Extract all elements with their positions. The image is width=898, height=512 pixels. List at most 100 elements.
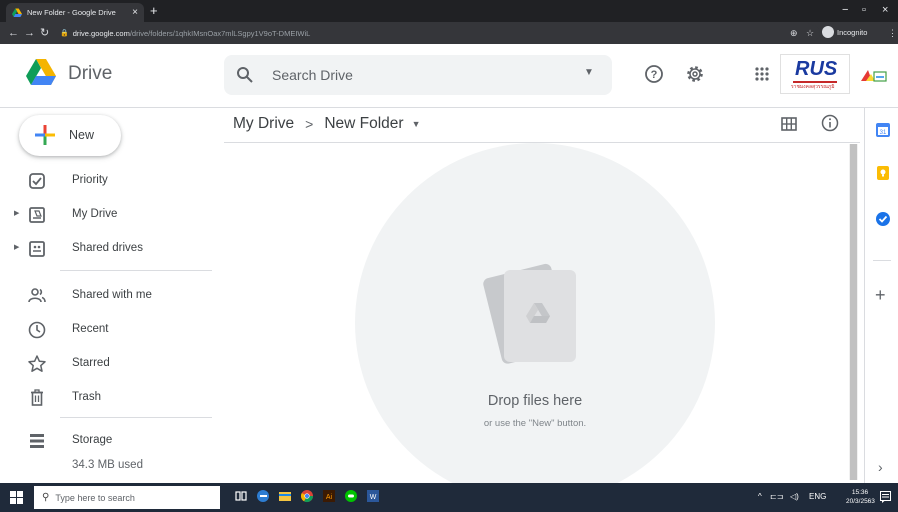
zoom-icon[interactable]: ⊕ bbox=[790, 26, 798, 40]
expand-arrow-icon[interactable]: ▶ bbox=[14, 209, 19, 217]
browser-menu-icon[interactable]: ⋮ bbox=[888, 26, 897, 40]
empty-state-subtitle: or use the "New" button. bbox=[483, 418, 587, 429]
expand-arrow-icon[interactable]: ▶ bbox=[14, 243, 19, 251]
address-bar[interactable]: 🔒 drive.google.com /drive/folders/1qhkIM… bbox=[60, 25, 820, 41]
sidebar-item-my-drive[interactable]: ▶ My Drive bbox=[0, 200, 212, 230]
search-box[interactable]: Search Drive ▼ bbox=[224, 55, 612, 95]
sidebar-item-recent[interactable]: Recent bbox=[0, 315, 212, 345]
url-path: /drive/folders/1qhkIMsnOax7mlLSgpy1V9oT-… bbox=[129, 28, 311, 38]
sidebar-item-trash[interactable]: Trash bbox=[0, 383, 212, 413]
url-host: drive.google.com bbox=[72, 28, 130, 38]
breadcrumb-my-drive[interactable]: My Drive bbox=[233, 115, 294, 133]
add-addon-plus-icon[interactable]: + bbox=[875, 286, 886, 304]
trash-icon bbox=[31, 389, 43, 406]
organization-logo-text: RUS bbox=[795, 58, 838, 80]
line-app-icon[interactable] bbox=[344, 489, 358, 503]
apps-grid-icon[interactable] bbox=[752, 64, 772, 84]
shared-drives-icon bbox=[29, 241, 45, 257]
svg-text:Ai: Ai bbox=[326, 494, 333, 501]
breadcrumb-current-folder[interactable]: New Folder bbox=[324, 115, 403, 133]
scrollbar-thumb[interactable] bbox=[850, 144, 857, 480]
maximize-button[interactable]: ▫ bbox=[862, 4, 866, 16]
incognito-icon bbox=[822, 26, 834, 38]
forward-arrow-icon[interactable]: → bbox=[24, 26, 35, 40]
settings-gear-icon[interactable] bbox=[685, 64, 705, 84]
new-tab-button[interactable]: + bbox=[150, 3, 158, 19]
illustrator-icon[interactable]: Ai bbox=[322, 489, 336, 503]
side-panel: 31 + › bbox=[864, 108, 898, 483]
input-language[interactable]: ENG bbox=[809, 492, 826, 502]
product-name[interactable]: Drive bbox=[68, 63, 112, 85]
breadcrumb: My Drive > New Folder ▼ bbox=[233, 115, 421, 133]
keep-icon[interactable] bbox=[875, 165, 891, 181]
sidebar-item-starred[interactable]: Starred bbox=[0, 349, 212, 379]
drive-logo-icon[interactable] bbox=[26, 59, 56, 85]
back-arrow-icon[interactable]: ← bbox=[8, 26, 19, 40]
plus-multicolor-icon bbox=[35, 125, 55, 145]
sidebar-item-priority[interactable]: Priority bbox=[0, 166, 212, 196]
calendar-icon[interactable]: 31 bbox=[875, 122, 891, 138]
sidebar-item-storage[interactable]: Storage bbox=[0, 426, 212, 456]
sidebar-item-label: Starred bbox=[72, 357, 110, 369]
clock-date: 20/3/2563 bbox=[846, 498, 875, 505]
account-avatar-icon[interactable] bbox=[861, 68, 887, 82]
grid-view-icon[interactable] bbox=[780, 115, 798, 133]
storage-label: Storage bbox=[72, 434, 113, 446]
edge-browser-icon[interactable] bbox=[256, 489, 270, 503]
volume-icon[interactable]: ◁) bbox=[790, 492, 799, 502]
task-view-icon[interactable] bbox=[234, 489, 248, 503]
empty-state-title: Drop files here bbox=[487, 393, 583, 409]
tasks-icon[interactable] bbox=[875, 211, 891, 227]
browser-toolbar: ← → ↻ 🔒 drive.google.com /drive/folders/… bbox=[0, 22, 898, 44]
sidebar-item-label: Trash bbox=[72, 391, 101, 403]
taskbar-search-input[interactable]: Type here to search bbox=[55, 493, 135, 503]
notification-center-icon[interactable] bbox=[880, 491, 891, 503]
bookmark-star-icon[interactable]: ☆ bbox=[806, 26, 814, 40]
sidebar-item-shared-drives[interactable]: ▶ Shared drives bbox=[0, 234, 212, 264]
svg-text:?: ? bbox=[651, 69, 658, 81]
show-hidden-icons-chevron-icon[interactable]: ^ bbox=[758, 492, 762, 502]
sidebar-item-label: Shared drives bbox=[72, 242, 143, 254]
tab-title: New Folder - Google Drive bbox=[27, 8, 116, 17]
scrollbar[interactable] bbox=[849, 144, 858, 480]
organization-logo[interactable]: RUS ราชมงคลสุวรรณภูมิ bbox=[780, 54, 850, 94]
new-button-label: New bbox=[69, 128, 95, 142]
reload-icon[interactable]: ↻ bbox=[40, 26, 49, 40]
taskbar-search-icon: ⚲ bbox=[42, 492, 50, 503]
windows-start-icon[interactable] bbox=[10, 491, 23, 504]
recent-clock-icon bbox=[28, 321, 46, 339]
file-explorer-icon[interactable] bbox=[278, 489, 292, 503]
sidebar-item-label: Priority bbox=[72, 174, 108, 186]
folder-menu-caret-icon[interactable]: ▼ bbox=[412, 119, 421, 129]
search-options-caret-icon[interactable]: ▼ bbox=[584, 67, 594, 78]
incognito-indicator[interactable]: Incognito bbox=[822, 26, 867, 38]
taskbar-search-box[interactable]: ⚲ Type here to search bbox=[34, 486, 220, 509]
browser-tab[interactable]: New Folder - Google Drive × bbox=[6, 3, 144, 22]
taskbar-clock[interactable]: 15:36 20/3/2563 bbox=[846, 488, 875, 506]
sidebar-divider bbox=[60, 417, 212, 418]
search-icon[interactable] bbox=[236, 66, 254, 84]
collapse-panel-chevron-icon[interactable]: › bbox=[878, 460, 883, 474]
sidebar-item-shared-with-me[interactable]: Shared with me bbox=[0, 281, 212, 311]
lock-icon: 🔒 bbox=[60, 30, 69, 37]
drive-header: Drive Search Drive ▼ ? RUS ราชมงคลสุวรรณ… bbox=[0, 44, 898, 108]
priority-icon bbox=[29, 173, 45, 189]
tab-close-icon[interactable]: × bbox=[132, 7, 138, 18]
search-input[interactable]: Search Drive bbox=[272, 67, 353, 83]
svg-text:W: W bbox=[370, 494, 377, 501]
help-icon[interactable]: ? bbox=[644, 64, 664, 84]
minimize-button[interactable]: − bbox=[842, 4, 848, 16]
google-drive-favicon-icon bbox=[12, 8, 22, 17]
storage-used-text: 34.3 MB used bbox=[72, 459, 143, 471]
my-drive-icon bbox=[29, 207, 45, 223]
sidebar-item-label: Recent bbox=[72, 323, 109, 335]
network-icon[interactable]: ⊏⊐ bbox=[770, 492, 783, 502]
info-icon[interactable] bbox=[820, 113, 840, 133]
chrome-browser-icon[interactable] bbox=[300, 489, 314, 503]
windows-taskbar: ⚲ Type here to search Ai W ^ ⊏⊐ ◁) ENG 1… bbox=[0, 483, 898, 512]
word-app-icon[interactable]: W bbox=[366, 489, 380, 503]
close-window-button[interactable]: × bbox=[882, 4, 888, 16]
new-button[interactable]: New bbox=[19, 115, 121, 156]
svg-text:31: 31 bbox=[880, 130, 887, 136]
star-icon bbox=[28, 355, 46, 372]
